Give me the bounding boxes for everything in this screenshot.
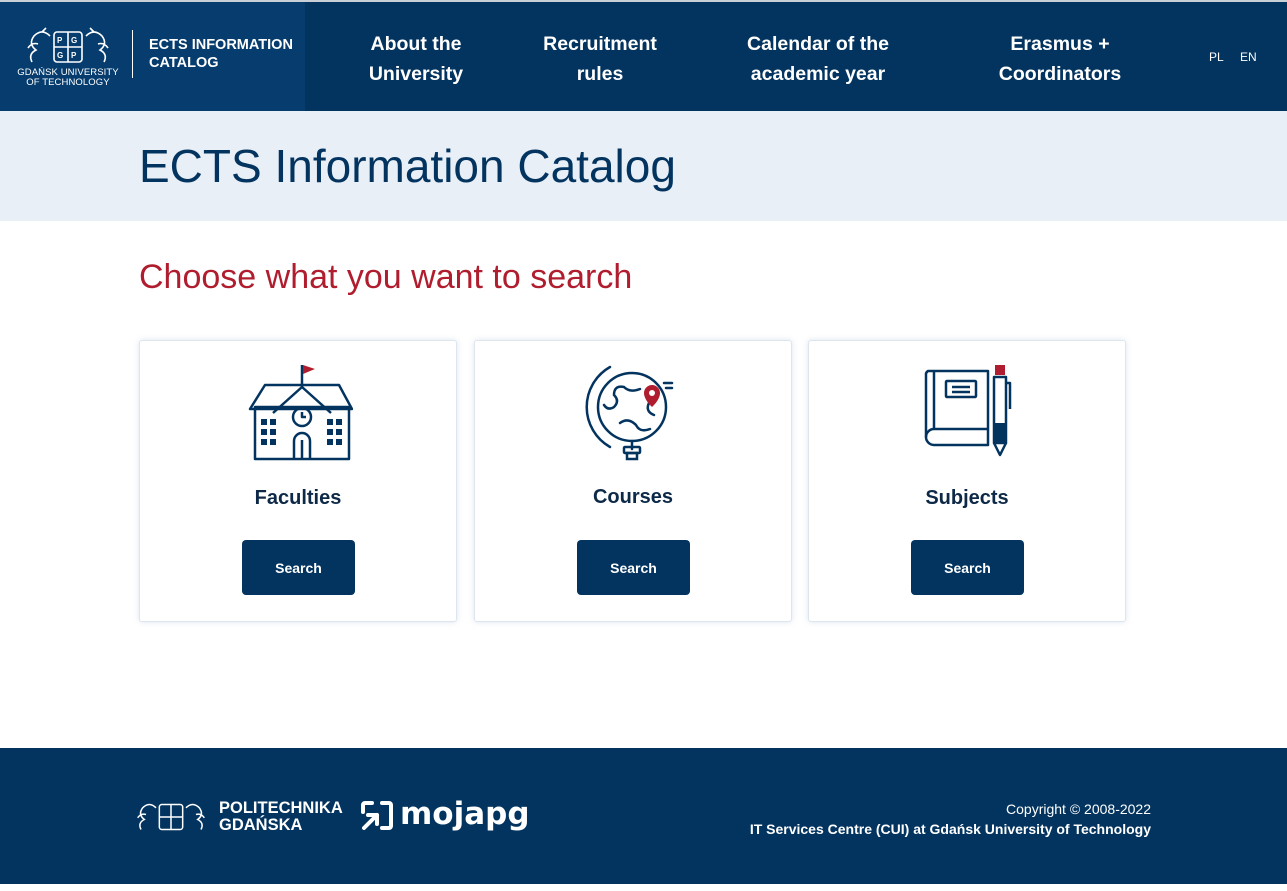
subjects-card: Subjects Search [808,340,1126,622]
faculty-building-icon [248,365,353,461]
brand-divider [132,30,133,78]
faculties-label: Faculties [254,487,342,509]
mojapg-arrow-icon[interactable] [360,800,394,832]
nav-about-university[interactable]: About the University [356,29,476,89]
university-crest-icon: PG GP [27,27,109,63]
subjects-search-button[interactable]: Search [911,540,1024,595]
globe-icon [585,365,674,461]
hero-banner: ECTS Information Catalog [0,111,1287,221]
notebook-pen-icon [924,365,1012,457]
faculties-card: Faculties Search [139,340,457,622]
subjects-label: Subjects [925,487,1009,509]
svg-text:G: G [57,51,63,60]
footer: POLITECHNIKA GDAŃSKA mojapg Copyright © … [0,748,1287,884]
search-prompt-heading: Choose what you want to search [139,258,633,296]
politechnika-crest-icon[interactable] [131,799,211,835]
lang-pl-link[interactable]: PL [1209,50,1224,64]
brand-block[interactable]: PG GP GDAŃSK UNIVERSITY OF TECHNOLOGY EC… [0,2,305,111]
svg-text:P: P [71,51,77,60]
faculties-search-button[interactable]: Search [242,540,355,595]
mojapg-logo-text[interactable]: mojapg [400,796,530,832]
svg-text:P: P [57,36,63,45]
catalog-title: ECTS INFORMATION CATALOG [149,37,293,71]
footer-bottom-strip [0,884,1287,891]
courses-search-button[interactable]: Search [577,540,690,595]
nav-recruitment-rules[interactable]: Recruitment rules [530,29,670,89]
top-navigation-bar: PG GP GDAŃSK UNIVERSITY OF TECHNOLOGY EC… [0,0,1287,111]
lang-en-link[interactable]: EN [1240,50,1257,64]
nav-academic-calendar[interactable]: Calendar of the academic year [730,29,906,89]
courses-label: Courses [592,486,674,508]
page-title: ECTS Information Catalog [139,140,676,192]
svg-text:G: G [71,36,77,45]
nav-erasmus-coordinators[interactable]: Erasmus + Coordinators [984,29,1136,89]
it-services-credit: IT Services Centre (CUI) at Gdańsk Unive… [749,821,1151,837]
courses-card: Courses Search [474,340,792,622]
politechnika-name: POLITECHNIKA GDAŃSKA [219,799,343,834]
copyright-text: Copyright © 2008-2022 [1006,801,1151,817]
university-name: GDAŃSK UNIVERSITY OF TECHNOLOGY [17,67,119,88]
